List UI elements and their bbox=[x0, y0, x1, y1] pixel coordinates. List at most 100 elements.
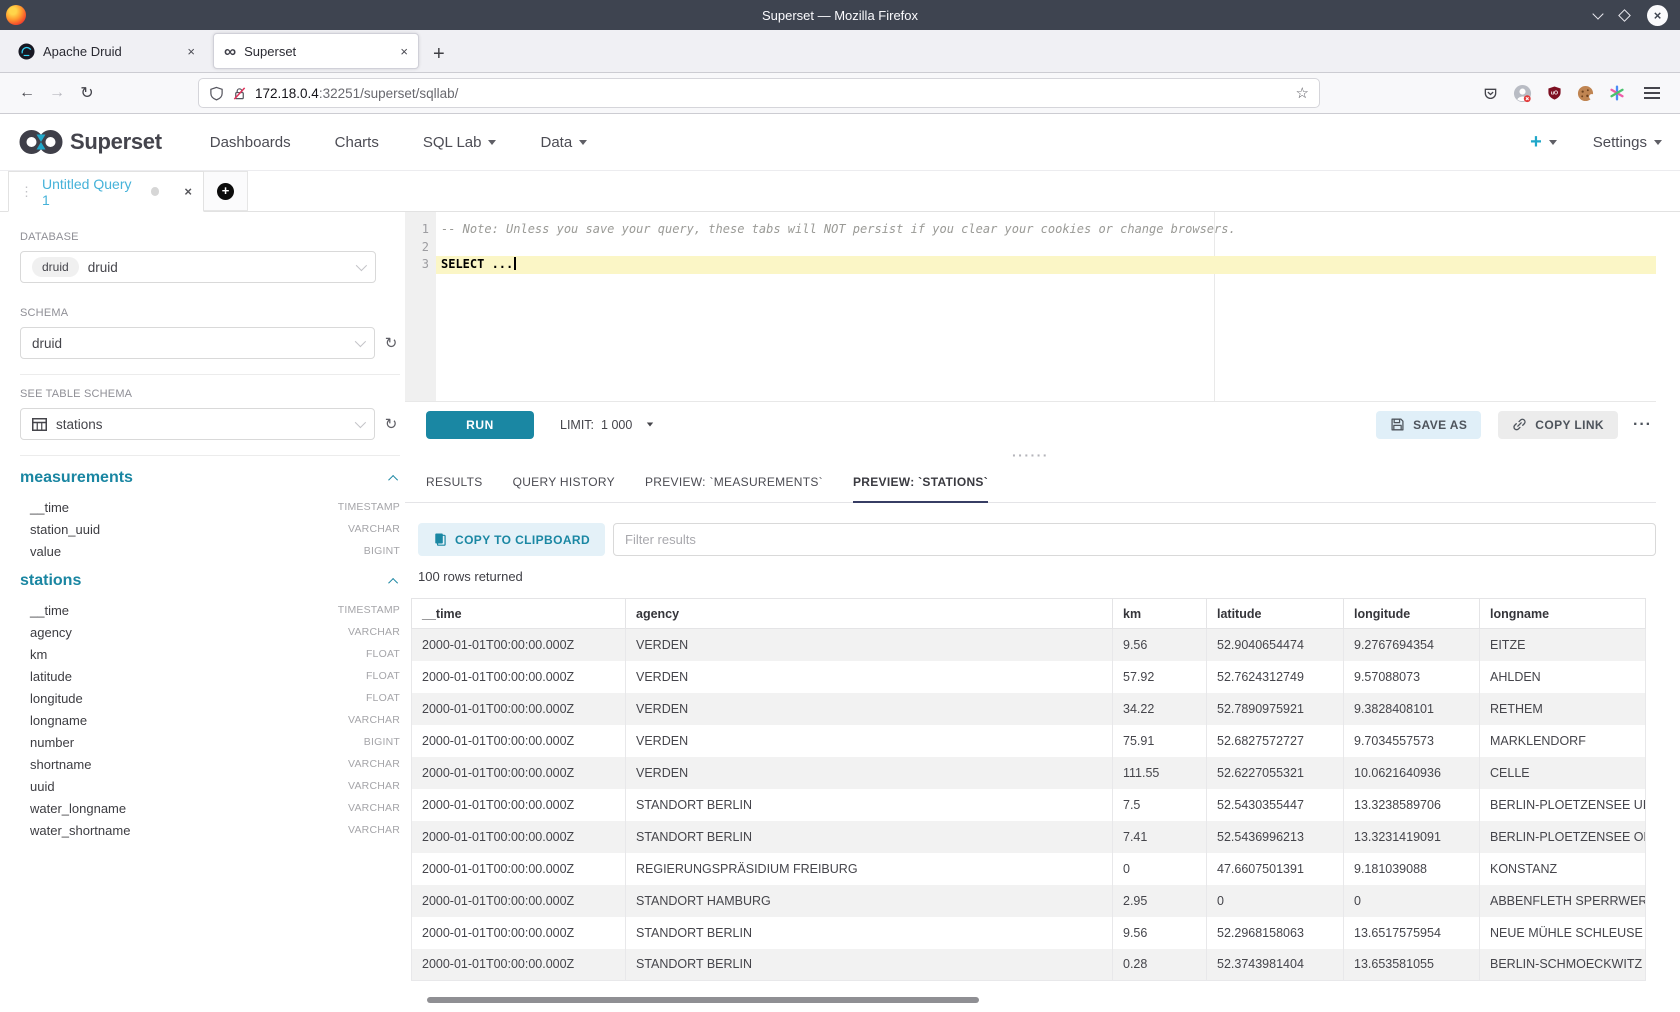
window-titlebar: Superset — Mozilla Firefox × bbox=[0, 0, 1680, 30]
save-as-button[interactable]: SAVE AS bbox=[1376, 411, 1481, 439]
column-header-time[interactable]: __time bbox=[412, 599, 626, 629]
cookie-icon[interactable] bbox=[1577, 85, 1594, 102]
table-cell: 10.0621640936 bbox=[1344, 757, 1480, 789]
table-cell: 57.92 bbox=[1113, 661, 1207, 693]
column-header-latitude[interactable]: latitude bbox=[1207, 599, 1344, 629]
drag-handle-icon[interactable]: ⋮ bbox=[20, 184, 33, 200]
table-cell: 2000-01-01T00:00:00.000Z bbox=[412, 757, 626, 789]
nav-item-label: Data bbox=[540, 134, 572, 151]
reload-button[interactable]: ↻ bbox=[72, 79, 102, 107]
refresh-schemas-icon[interactable]: ↻ bbox=[382, 336, 400, 351]
table-cell: 2000-01-01T00:00:00.000Z bbox=[412, 789, 626, 821]
account-icon[interactable] bbox=[1513, 84, 1532, 103]
table-cell: 34.22 bbox=[1113, 693, 1207, 725]
table-cell: VERDEN bbox=[626, 693, 1113, 725]
window-maximize-icon[interactable] bbox=[1618, 9, 1631, 22]
link-icon bbox=[1512, 417, 1527, 432]
column-header-agency[interactable]: agency bbox=[626, 599, 1113, 629]
extension-asterisk-icon[interactable] bbox=[1609, 85, 1625, 101]
sql-text: SELECT ... bbox=[441, 257, 513, 271]
column-header-km[interactable]: km bbox=[1113, 599, 1207, 629]
window-minimize-icon[interactable] bbox=[1592, 8, 1603, 19]
column-header-longname[interactable]: longname bbox=[1480, 599, 1646, 629]
close-tab-icon[interactable]: × bbox=[187, 44, 195, 59]
sql-editor[interactable]: 123 -- Note: Unless you save your query,… bbox=[405, 212, 1656, 402]
ublock-icon[interactable]: uO bbox=[1547, 85, 1562, 101]
table-cell: 9.57088073 bbox=[1344, 661, 1480, 693]
sqllab-sidebar: DATABASE druid druid SCHEMA druid ↻ SEE … bbox=[0, 212, 405, 1012]
close-tab-icon[interactable]: × bbox=[400, 44, 408, 59]
results-tab-preview-measurements[interactable]: PREVIEW: `MEASUREMENTS` bbox=[645, 475, 823, 502]
limit-value: 1 000 bbox=[601, 418, 632, 432]
database-label: DATABASE bbox=[20, 231, 400, 243]
copy-link-button[interactable]: COPY LINK bbox=[1498, 411, 1618, 439]
table-row: 2000-01-01T00:00:00.000ZSTANDORT BERLIN0… bbox=[412, 949, 1646, 981]
menu-hamburger-icon[interactable] bbox=[1644, 92, 1660, 94]
url-text[interactable]: 172.18.0.4:32251/superset/sqllab/ bbox=[255, 86, 458, 101]
browser-tab-superset[interactable]: ∞ Superset × bbox=[213, 33, 419, 69]
table-select[interactable]: stations bbox=[20, 408, 375, 440]
nav-item-sql-lab[interactable]: SQL Lab bbox=[401, 134, 519, 151]
query-tab-untitled-query-1[interactable]: ⋮ Untitled Query 1 × bbox=[8, 171, 204, 212]
forward-button[interactable]: → bbox=[42, 79, 72, 107]
new-tab-button[interactable]: + bbox=[433, 44, 445, 64]
limit-dropdown[interactable]: LIMIT: 1 000 bbox=[560, 418, 654, 432]
table-cell: 52.6227055321 bbox=[1207, 757, 1344, 789]
table-cell: 13.6517575954 bbox=[1344, 917, 1480, 949]
shield-icon[interactable] bbox=[209, 86, 224, 101]
panel-splitter[interactable]: ······ bbox=[405, 447, 1656, 463]
results-table-body: 2000-01-01T00:00:00.000ZVERDEN9.5652.904… bbox=[412, 629, 1646, 981]
window-close-button[interactable]: × bbox=[1647, 5, 1668, 26]
table-cell: 52.7624312749 bbox=[1207, 661, 1344, 693]
column-header-longitude[interactable]: longitude bbox=[1344, 599, 1480, 629]
new-item-button[interactable]: + bbox=[1530, 131, 1557, 154]
schema-column-row: water_shortnameVARCHAR bbox=[20, 819, 400, 841]
table-cell: 9.181039088 bbox=[1344, 853, 1480, 885]
table-value: stations bbox=[56, 417, 103, 432]
firefox-window: Superset — Mozilla Firefox × Apache Drui… bbox=[0, 0, 1680, 1012]
superset-brand[interactable]: Superset bbox=[18, 127, 162, 157]
insecure-lock-icon[interactable] bbox=[232, 86, 247, 101]
results-tab-results[interactable]: RESULTS bbox=[426, 475, 483, 502]
url-path: :32251/superset/sqllab/ bbox=[319, 86, 459, 101]
settings-menu[interactable]: Settings bbox=[1593, 134, 1662, 151]
more-options-button[interactable]: ··· bbox=[1633, 416, 1652, 434]
pocket-icon[interactable] bbox=[1483, 86, 1498, 101]
column-type: VARCHAR bbox=[348, 802, 400, 814]
schema-column-row: uuidVARCHAR bbox=[20, 775, 400, 797]
line-number: 3 bbox=[405, 256, 429, 274]
back-button[interactable]: ← bbox=[12, 79, 42, 107]
caret-down-icon bbox=[488, 140, 496, 145]
results-tab-query-history[interactable]: QUERY HISTORY bbox=[513, 475, 615, 502]
editor-code-area[interactable]: -- Note: Unless you save your query, the… bbox=[436, 212, 1656, 401]
table-cell: 52.5436996213 bbox=[1207, 821, 1344, 853]
splitter-dots-icon: ······ bbox=[1012, 453, 1049, 458]
chevron-up-icon[interactable] bbox=[388, 577, 398, 587]
results-tab-preview-stations[interactable]: PREVIEW: `STATIONS` bbox=[853, 475, 988, 502]
run-button[interactable]: RUN bbox=[426, 411, 534, 439]
scrollbar-thumb[interactable] bbox=[427, 997, 979, 1003]
rows-returned-text: 100 rows returned bbox=[405, 569, 1656, 587]
filter-results-input[interactable] bbox=[613, 523, 1656, 556]
schema-table-name-stations[interactable]: stations bbox=[20, 572, 81, 590]
browser-tab-apache-druid[interactable]: Apache Druid × bbox=[8, 33, 205, 69]
editor-actions-row: RUN LIMIT: 1 000 SAVE AS COPY LINK ··· bbox=[405, 402, 1656, 447]
nav-item-label: Dashboards bbox=[210, 134, 291, 151]
bookmark-star-icon[interactable]: ☆ bbox=[1296, 84, 1309, 102]
nav-item-charts[interactable]: Charts bbox=[313, 134, 401, 151]
unsaved-state-dot bbox=[151, 187, 160, 196]
chevron-up-icon[interactable] bbox=[388, 474, 398, 484]
refresh-tables-icon[interactable]: ↻ bbox=[382, 417, 400, 432]
nav-item-data[interactable]: Data bbox=[518, 134, 609, 151]
database-select[interactable]: druid druid bbox=[20, 251, 376, 283]
column-name: longname bbox=[30, 713, 87, 728]
column-type: BIGINT bbox=[364, 736, 400, 748]
copy-to-clipboard-button[interactable]: COPY TO CLIPBOARD bbox=[418, 523, 605, 556]
close-query-tab-icon[interactable]: × bbox=[184, 184, 192, 199]
nav-item-dashboards[interactable]: Dashboards bbox=[188, 134, 313, 151]
schema-column-row: water_longnameVARCHAR bbox=[20, 797, 400, 819]
url-bar[interactable]: 172.18.0.4:32251/superset/sqllab/ ☆ bbox=[198, 78, 1320, 108]
schema-table-name-measurements[interactable]: measurements bbox=[20, 469, 133, 487]
schema-select[interactable]: druid bbox=[20, 327, 375, 359]
new-query-tab[interactable]: + bbox=[204, 171, 248, 211]
